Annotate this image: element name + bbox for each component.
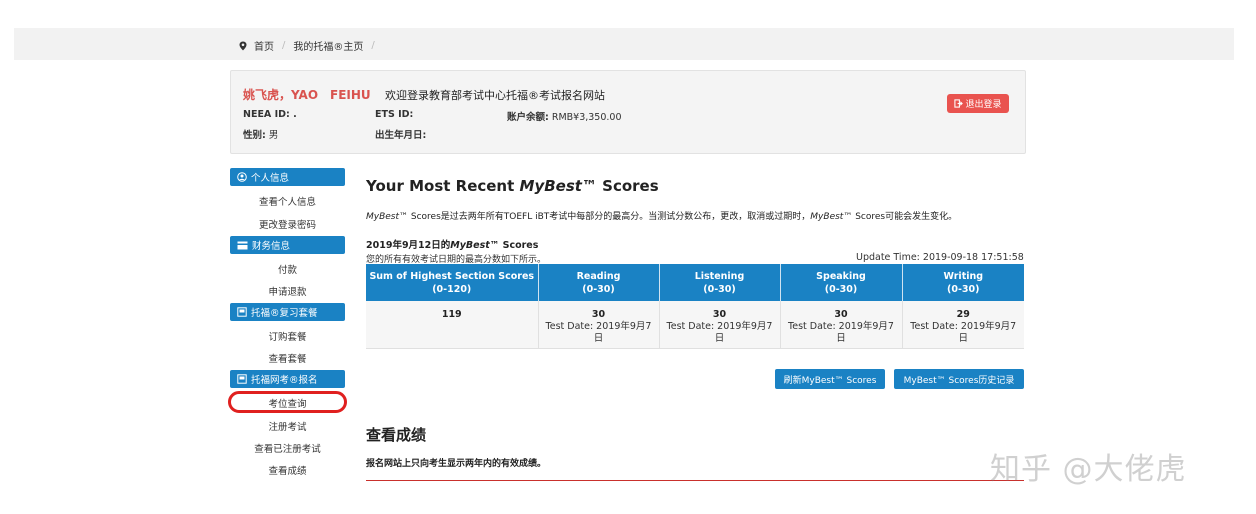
divider	[366, 480, 1024, 481]
sidebar-item-view-profile[interactable]: 查看个人信息	[230, 194, 345, 208]
sidebar-item-change-password[interactable]: 更改登录密码	[230, 217, 345, 231]
table-header: Sum of Highest Section Scores (0-120)	[366, 264, 539, 301]
highlight-circle	[228, 391, 347, 413]
table-header: Reading (0-30)	[538, 264, 660, 301]
sidebar-section-registration[interactable]: 托福网考®报名	[230, 370, 345, 388]
sidebar-item-register-test[interactable]: 注册考试	[230, 419, 345, 433]
sidebar-section-finance[interactable]: 财务信息	[230, 236, 345, 254]
table-cell: 119	[366, 301, 539, 349]
account-balance: 账户余额: RMB¥3,350.00	[507, 112, 622, 123]
table-row: 119 30 Test Date: 2019年9月7 日 30 Test Date: …	[366, 301, 1024, 349]
breadcrumb-home[interactable]: 首页	[254, 38, 274, 53]
scores-table: Sum of Highest Section Scores (0-120) Rea…	[366, 264, 1024, 349]
ets-id: ETS ID:	[375, 109, 414, 120]
scores-note: 报名网站上只向考生显示两年内的有效成绩。	[366, 459, 547, 469]
gender: 性别: 男	[243, 130, 279, 141]
breadcrumb: 首页 / 我的托福®主页 /	[238, 38, 377, 53]
scores-date-heading: 2019年9月12日的MyBest™ Scores	[366, 240, 539, 251]
table-header-row: Sum of Highest Section Scores (0-120) Rea…	[366, 264, 1024, 301]
watermark: 知乎 @大佬虎	[990, 452, 1187, 487]
logout-button[interactable]: 退出登录	[947, 94, 1009, 113]
user-name: 姚飞虎，YAO FEIHU	[243, 88, 371, 102]
neea-id: NEEA ID: .	[243, 109, 297, 120]
table-cell: 29 Test Date: 2019年9月7 日	[902, 301, 1024, 349]
mybest-history-button[interactable]: MyBest™ Scores历史记录	[894, 369, 1024, 389]
sidebar-section-personal-info[interactable]: 个人信息	[230, 168, 345, 186]
logout-icon	[954, 99, 964, 108]
welcome-text: 欢迎登录教育部考试中心托福®考试报名网站	[385, 89, 605, 102]
credit-card-icon	[237, 241, 248, 249]
update-time: Update Time: 2019-09-18 17:51:58	[856, 252, 1024, 263]
table-header: Writing (0-30)	[902, 264, 1024, 301]
sidebar-section-prep-package[interactable]: 托福®复习套餐	[230, 303, 345, 321]
book-icon	[237, 374, 247, 384]
table-cell: 30 Test Date: 2019年9月7 日	[780, 301, 903, 349]
location-pin-icon	[239, 41, 247, 50]
sidebar-item-order-package[interactable]: 订购套餐	[230, 329, 345, 343]
breadcrumb-my-toefl[interactable]: 我的托福®主页	[293, 38, 363, 53]
mybest-description: MyBest™ Scores是过去两年所有TOEFL iBT考试中每部分的最高分…	[366, 212, 958, 222]
date-of-birth: 出生年月日:	[375, 130, 427, 141]
user-info-panel: 姚飞虎，YAO FEIHU 欢迎登录教育部考试中心托福®考试报名网站 NEEA …	[230, 70, 1026, 154]
sidebar-item-view-package[interactable]: 查看套餐	[230, 351, 345, 365]
sidebar-item-payment[interactable]: 付款	[230, 262, 345, 276]
view-scores-heading: 查看成绩	[366, 426, 427, 444]
book-icon	[237, 307, 247, 317]
sidebar-item-view-registered[interactable]: 查看已注册考试	[230, 441, 345, 455]
table-cell: 30 Test Date: 2019年9月7 日	[659, 301, 781, 349]
table-header: Listening (0-30)	[659, 264, 781, 301]
breadcrumb-bar	[14, 28, 1234, 60]
table-header: Speaking (0-30)	[780, 264, 903, 301]
user-circle-icon	[237, 172, 247, 182]
page-title: Your Most Recent MyBest™ Scores	[366, 177, 659, 195]
refresh-mybest-button[interactable]: 刷新MyBest™ Scores	[775, 369, 885, 389]
sidebar-item-view-scores[interactable]: 查看成绩	[230, 463, 345, 477]
sidebar-item-refund[interactable]: 申请退款	[230, 284, 345, 298]
table-cell: 30 Test Date: 2019年9月7 日	[538, 301, 660, 349]
